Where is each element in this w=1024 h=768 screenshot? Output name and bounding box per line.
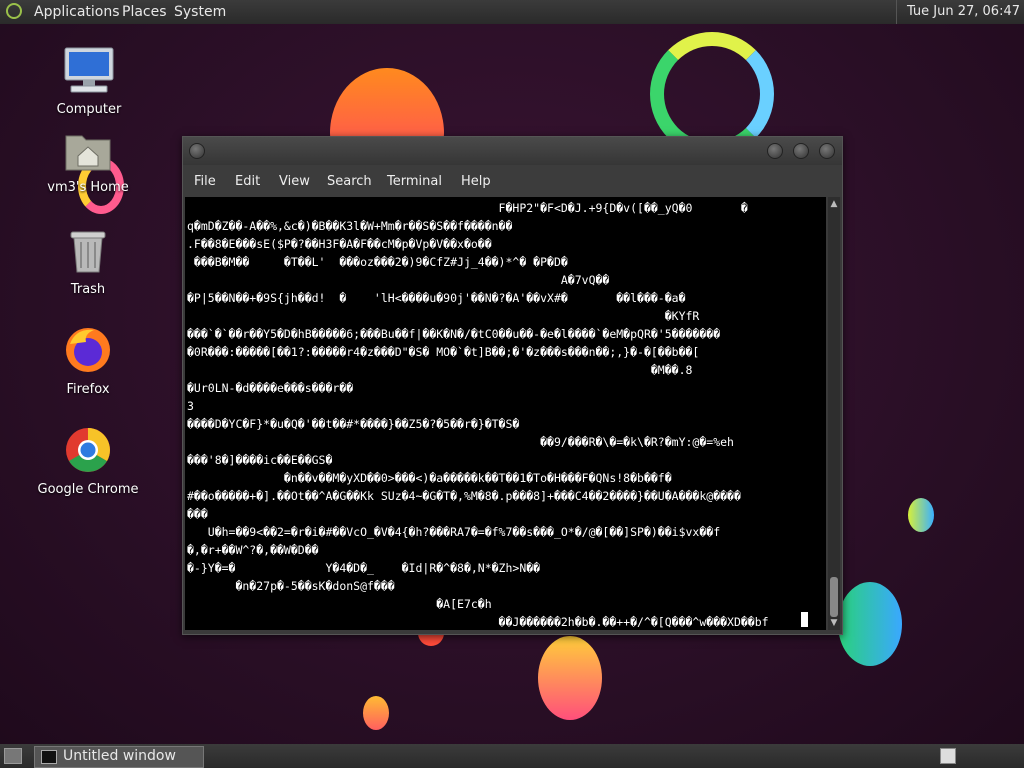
wallpaper-blob-bottom bbox=[538, 636, 602, 720]
terminal-line: �n�27p�-5��sK�donS@f��� bbox=[187, 579, 395, 593]
wallpaper-blob-small bbox=[363, 696, 389, 730]
terminal-line: ���'8�]����ic��E��GS� bbox=[187, 453, 333, 467]
menu-search[interactable]: Search bbox=[327, 174, 372, 189]
window-menu-icon[interactable] bbox=[189, 143, 205, 159]
desktop-icon-computer[interactable]: Computer bbox=[34, 46, 144, 117]
terminal-cursor bbox=[801, 612, 808, 627]
minimize-button[interactable] bbox=[767, 143, 783, 159]
terminal-line: ����D�YC�F}*�u�Q�'��t��#*����}��Z5�?�5��… bbox=[187, 417, 520, 431]
terminal-output[interactable]: F�HP2"�F<D�J.+9{D�v([��_yQ�0 � q�mD�Z��-… bbox=[185, 197, 826, 630]
terminal-line: �KYfR bbox=[187, 309, 700, 323]
desktop-icon-label: Google Chrome bbox=[37, 482, 139, 497]
desktop-icon-label: vm3's Home bbox=[47, 180, 129, 195]
terminal-line: U�h=��9<��2=�r�i�#��VcO_�V�4{�h?���RA7�=… bbox=[187, 525, 721, 539]
desktop-icon-label: Computer bbox=[56, 102, 122, 117]
terminal-menubar: File Edit View Search Terminal Help bbox=[183, 165, 842, 197]
terminal-line: �-}Y�=� Y�4�D�_ �Id|R�^�8�,N*�Zh>N�� bbox=[187, 561, 541, 575]
terminal-scrollbar[interactable]: ▲ ▼ bbox=[828, 197, 840, 630]
desktop-icon-chrome[interactable]: Google Chrome bbox=[33, 426, 143, 497]
terminal-icon bbox=[41, 750, 57, 764]
chrome-icon bbox=[66, 428, 110, 472]
menu-applications[interactable]: Applications bbox=[34, 4, 120, 20]
home-folder-icon bbox=[65, 135, 111, 171]
terminal-window[interactable]: File Edit View Search Terminal Help F�HP… bbox=[182, 136, 843, 635]
terminal-line: �n��v��M�yXD��0>���<)�a�����k��T��1�To�H… bbox=[187, 471, 672, 485]
terminal-line: �Ur0LN-�d����e���s���r�� bbox=[187, 381, 354, 395]
window-titlebar[interactable] bbox=[183, 137, 842, 165]
desktop-icon-label: Firefox bbox=[66, 382, 110, 397]
bottom-panel: Untitled window bbox=[0, 744, 1024, 768]
trash-icon bbox=[70, 231, 106, 273]
scroll-down-icon[interactable]: ▼ bbox=[829, 618, 839, 628]
terminal-line: ��9/���R�\�=�k\�R?�mY:@�=%eh bbox=[187, 435, 734, 449]
maximize-button[interactable] bbox=[793, 143, 809, 159]
terminal-line: ��� bbox=[187, 507, 208, 521]
wallpaper-blob-tiny bbox=[908, 498, 934, 532]
workspace-switcher[interactable] bbox=[940, 748, 956, 764]
show-desktop-icon[interactable] bbox=[4, 748, 22, 764]
computer-icon bbox=[64, 47, 114, 93]
scroll-up-icon[interactable]: ▲ bbox=[829, 199, 839, 209]
terminal-line: .F��8�E���sE($P�?��H3F�A�F��cM�p�Vp�V��x… bbox=[187, 237, 492, 251]
terminal-line: �A[E7c�h bbox=[187, 597, 492, 611]
firefox-icon bbox=[66, 328, 110, 372]
desktop-icon-label: Trash bbox=[70, 282, 106, 297]
menu-view[interactable]: View bbox=[279, 174, 310, 189]
desktop-icon-trash[interactable]: Trash bbox=[33, 228, 143, 297]
clock[interactable]: Tue Jun 27, 06:47 bbox=[895, 0, 1024, 24]
scroll-thumb[interactable] bbox=[830, 577, 838, 617]
taskbar-button-untitled-window[interactable]: Untitled window bbox=[34, 746, 204, 768]
menu-terminal[interactable]: Terminal bbox=[387, 174, 442, 189]
terminal-line: ���B�M�� �T��L' ���oz���2�)9�CfZ#Jj_4��)… bbox=[187, 255, 568, 269]
close-button[interactable] bbox=[819, 143, 835, 159]
terminal-line: 3 bbox=[187, 399, 194, 413]
wallpaper-blob-right bbox=[838, 582, 902, 666]
top-panel: Applications Places System Tue Jun 27, 0… bbox=[0, 0, 1024, 24]
taskbar-button-label: Untitled window bbox=[63, 748, 176, 764]
desktop-icon-firefox[interactable]: Firefox bbox=[33, 326, 143, 397]
terminal-line: ��J������2h�b�.��++�/^�[Q���^w���XD��bf bbox=[187, 615, 769, 629]
terminal-line: �P|5��N��+�9S{jh��d! � 'lH<����u�90j'��N… bbox=[187, 291, 686, 305]
menu-help[interactable]: Help bbox=[461, 174, 491, 189]
terminal-line: �0R���:�����[��1?:�����r4�z���D"�S� MO�`… bbox=[187, 345, 700, 359]
terminal-line: �M��.8 bbox=[187, 363, 693, 377]
terminal-line: #��o�����+�].��Ot��^A�G��Kk SUz�4~�G�T�,… bbox=[187, 489, 741, 503]
terminal-line: A�7vQ�� bbox=[187, 273, 610, 287]
terminal-line: �,�r+��W^?�,��W�D�� bbox=[187, 543, 319, 557]
desktop-icon-home[interactable]: vm3's Home bbox=[33, 128, 143, 195]
menu-edit[interactable]: Edit bbox=[235, 174, 260, 189]
menu-file[interactable]: File bbox=[194, 174, 216, 189]
terminal-line: ���`�`��r��Y5�D�hB�����6;���Bu��f|��K�N�… bbox=[187, 327, 721, 341]
gnome-foot-icon[interactable] bbox=[6, 3, 22, 19]
terminal-line: q�mD�Z��-A��%,&c�)�B��K3l�W+Mm�r��S�S��f… bbox=[187, 219, 513, 233]
menu-system[interactable]: System bbox=[174, 4, 226, 20]
menu-places[interactable]: Places bbox=[122, 4, 167, 20]
terminal-line: F�HP2"�F<D�J.+9{D�v([��_yQ�0 � bbox=[187, 201, 748, 215]
